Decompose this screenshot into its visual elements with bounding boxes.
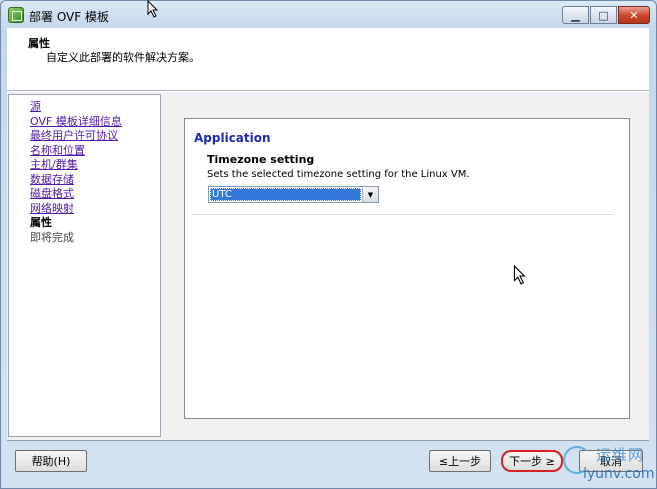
nav-item-host-cluster[interactable]: 主机/群集 [30, 158, 78, 172]
minimize-button[interactable]: ▁ [562, 6, 589, 24]
next-button[interactable]: 下一步 ≥ [501, 450, 563, 472]
step-description: 自定义此部署的软件解决方案。 [46, 51, 200, 64]
watermark: 运维网 iyunv.com [563, 442, 657, 486]
nav-item-eula[interactable]: 最终用户许可协议 [30, 129, 118, 143]
nav-item-disk-format[interactable]: 磁盘格式 [30, 187, 74, 201]
timezone-selected-value[interactable]: UTC [210, 188, 361, 201]
step-navigation: 源 OVF 模板详细信息 最终用户许可协议 名称和位置 主机/群集 数据存储 磁… [8, 94, 161, 437]
nav-item-network-mapping[interactable]: 网络映射 [30, 202, 74, 216]
close-icon: ✕ [629, 8, 639, 22]
help-button[interactable]: 帮助(H) [15, 450, 87, 472]
timezone-field-description: Sets the selected timezone setting for t… [207, 169, 470, 180]
dropdown-arrow-icon[interactable]: ▼ [362, 187, 378, 202]
window-title: 部署 OVF 模板 [29, 10, 109, 24]
footer-divider [7, 440, 649, 441]
nav-item-datastore[interactable]: 数据存储 [30, 173, 74, 187]
maximize-button[interactable]: □ [590, 6, 617, 24]
timezone-select[interactable]: UTC ▼ [208, 186, 379, 203]
deploy-ovf-window: 部署 OVF 模板 ▁ □ ✕ 属性 自定义此部署的软件解决方案。 源 OVF … [0, 0, 657, 489]
vsphere-app-icon [8, 7, 24, 23]
nav-item-ovf-details[interactable]: OVF 模板详细信息 [30, 115, 122, 129]
section-divider [193, 214, 613, 215]
nav-item-ready-to-complete: 即将完成 [30, 231, 74, 244]
back-button[interactable]: ≤上一步 [429, 450, 491, 472]
timezone-field-title: Timezone setting [207, 153, 315, 166]
wizard-body: 源 OVF 模板详细信息 最终用户许可协议 名称和位置 主机/群集 数据存储 磁… [7, 91, 649, 440]
close-button[interactable]: ✕ [618, 6, 650, 24]
title-bar[interactable]: 部署 OVF 模板 ▁ □ ✕ [1, 1, 656, 29]
nav-item-name-location[interactable]: 名称和位置 [30, 144, 85, 158]
wizard-header: 属性 自定义此部署的软件解决方案。 [7, 28, 649, 91]
properties-panel: Application Timezone setting Sets the se… [184, 118, 630, 419]
watermark-bottom-text: iyunv.com [583, 466, 655, 482]
minimize-icon: ▁ [571, 8, 580, 22]
section-title: Application [194, 131, 271, 145]
nav-item-source[interactable]: 源 [30, 100, 41, 114]
watermark-top-text: 运维网 [596, 446, 645, 464]
nav-item-properties: 属性 [30, 216, 52, 229]
window-controls: ▁ □ ✕ [561, 6, 650, 24]
maximize-icon: □ [598, 8, 609, 22]
